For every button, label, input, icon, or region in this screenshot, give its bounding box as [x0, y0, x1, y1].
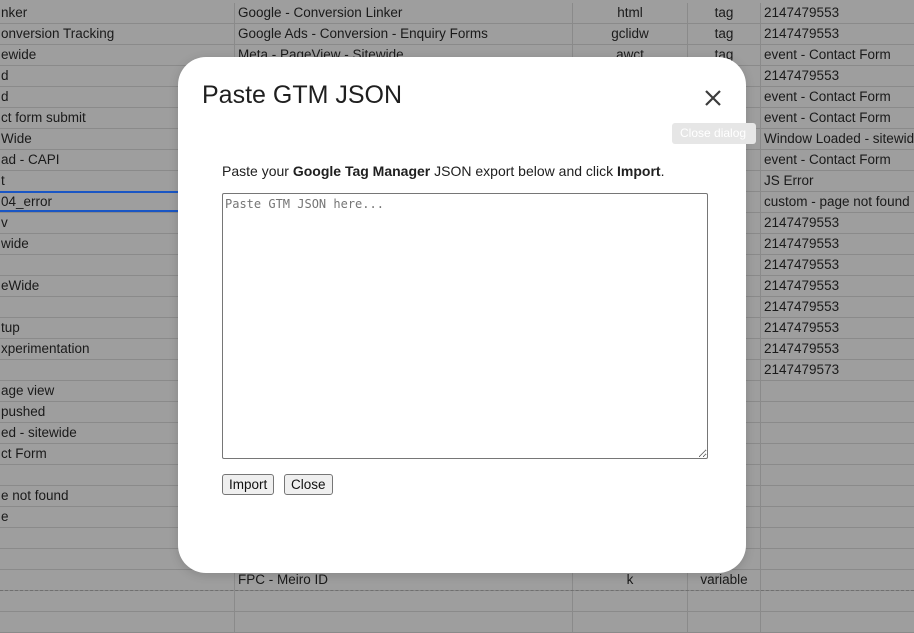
dialog-instructions: Paste your Google Tag Manager JSON expor… — [222, 163, 664, 179]
name-cell[interactable] — [0, 612, 235, 632]
instructions-bold-gtm: Google Tag Manager — [292, 163, 431, 179]
trigger-cell[interactable]: 2147479553 — [761, 213, 914, 233]
full-name-cell[interactable]: Google - Conversion Linker — [235, 3, 573, 23]
trigger-cell[interactable] — [761, 423, 914, 443]
name-cell[interactable] — [0, 570, 235, 590]
trigger-cell[interactable]: Window Loaded - sitewide — [761, 129, 914, 149]
trigger-cell[interactable]: event - Contact Form — [761, 108, 914, 128]
gtm-json-textarea[interactable] — [222, 193, 708, 459]
full-name-cell[interactable] — [235, 591, 573, 611]
trigger-cell[interactable] — [761, 402, 914, 422]
instructions-text: . — [660, 163, 665, 179]
trigger-cell[interactable] — [761, 549, 914, 569]
page-break-line — [0, 590, 914, 591]
trigger-cell[interactable]: 2147479553 — [761, 297, 914, 317]
instructions-bold-import: Import — [617, 163, 661, 179]
trigger-cell[interactable]: 2147479553 — [761, 318, 914, 338]
trigger-cell[interactable] — [761, 591, 914, 611]
close-icon[interactable] — [701, 86, 725, 110]
trigger-cell[interactable]: 2147479553 — [761, 3, 914, 23]
trigger-cell[interactable]: event - Contact Form — [761, 87, 914, 107]
sheet-row[interactable]: onversion Tracking Google Ads - Conversio… — [0, 24, 914, 45]
close-button[interactable]: Close — [284, 474, 333, 495]
type-code-cell[interactable]: gclidw — [573, 24, 688, 44]
kind-cell[interactable]: tag — [688, 24, 761, 44]
trigger-cell[interactable]: 2147479553 — [761, 66, 914, 86]
trigger-cell[interactable] — [761, 465, 914, 485]
instructions-text: Paste your — [222, 163, 293, 179]
instructions-text: JSON export below and click — [430, 163, 618, 179]
paste-gtm-json-dialog: Paste GTM JSON Close dialog Paste your G… — [178, 57, 756, 573]
trigger-cell[interactable]: 2147479573 — [761, 360, 914, 380]
sheet-row[interactable] — [0, 612, 914, 633]
sheet-row[interactable]: nker Google - Conversion Linker html tag 214… — [0, 3, 914, 24]
sheet-row[interactable] — [0, 591, 914, 612]
kind-cell[interactable]: tag — [688, 3, 761, 23]
trigger-cell[interactable] — [761, 444, 914, 464]
name-cell[interactable]: onversion Tracking — [0, 24, 235, 44]
full-name-cell[interactable]: FPC - Meiro ID — [235, 570, 573, 590]
trigger-cell[interactable]: 2147479553 — [761, 339, 914, 359]
name-cell[interactable]: nker — [0, 3, 235, 23]
trigger-cell[interactable]: event - Contact Form — [761, 45, 914, 65]
trigger-cell[interactable]: 2147479553 — [761, 234, 914, 254]
kind-cell[interactable] — [688, 612, 761, 632]
trigger-cell[interactable]: custom - page not found — [761, 192, 914, 212]
trigger-cell[interactable] — [761, 507, 914, 527]
trigger-cell[interactable] — [761, 486, 914, 506]
type-code-cell[interactable]: html — [573, 3, 688, 23]
sheet-row[interactable]: FPC - Meiro ID k variable — [0, 570, 914, 591]
import-button[interactable]: Import — [222, 474, 275, 495]
trigger-cell[interactable]: event - Contact Form — [761, 150, 914, 170]
dialog-title: Paste GTM JSON — [202, 81, 403, 109]
trigger-cell[interactable]: JS Error — [761, 171, 914, 191]
trigger-cell[interactable] — [761, 381, 914, 401]
trigger-cell[interactable] — [761, 612, 914, 632]
close-dialog-tooltip: Close dialog — [672, 123, 756, 144]
trigger-cell[interactable]: 2147479553 — [761, 255, 914, 275]
full-name-cell[interactable]: Google Ads - Conversion - Enquiry Forms — [235, 24, 573, 44]
trigger-cell[interactable]: 2147479553 — [761, 24, 914, 44]
trigger-cell[interactable] — [761, 570, 914, 590]
kind-cell[interactable] — [688, 591, 761, 611]
type-code-cell[interactable] — [573, 591, 688, 611]
full-name-cell[interactable] — [235, 612, 573, 632]
trigger-cell[interactable]: 2147479553 — [761, 276, 914, 296]
trigger-cell[interactable] — [761, 528, 914, 548]
type-code-cell[interactable] — [573, 612, 688, 632]
type-code-cell[interactable]: k — [573, 570, 688, 590]
name-cell[interactable] — [0, 591, 235, 611]
kind-cell[interactable]: variable — [688, 570, 761, 590]
